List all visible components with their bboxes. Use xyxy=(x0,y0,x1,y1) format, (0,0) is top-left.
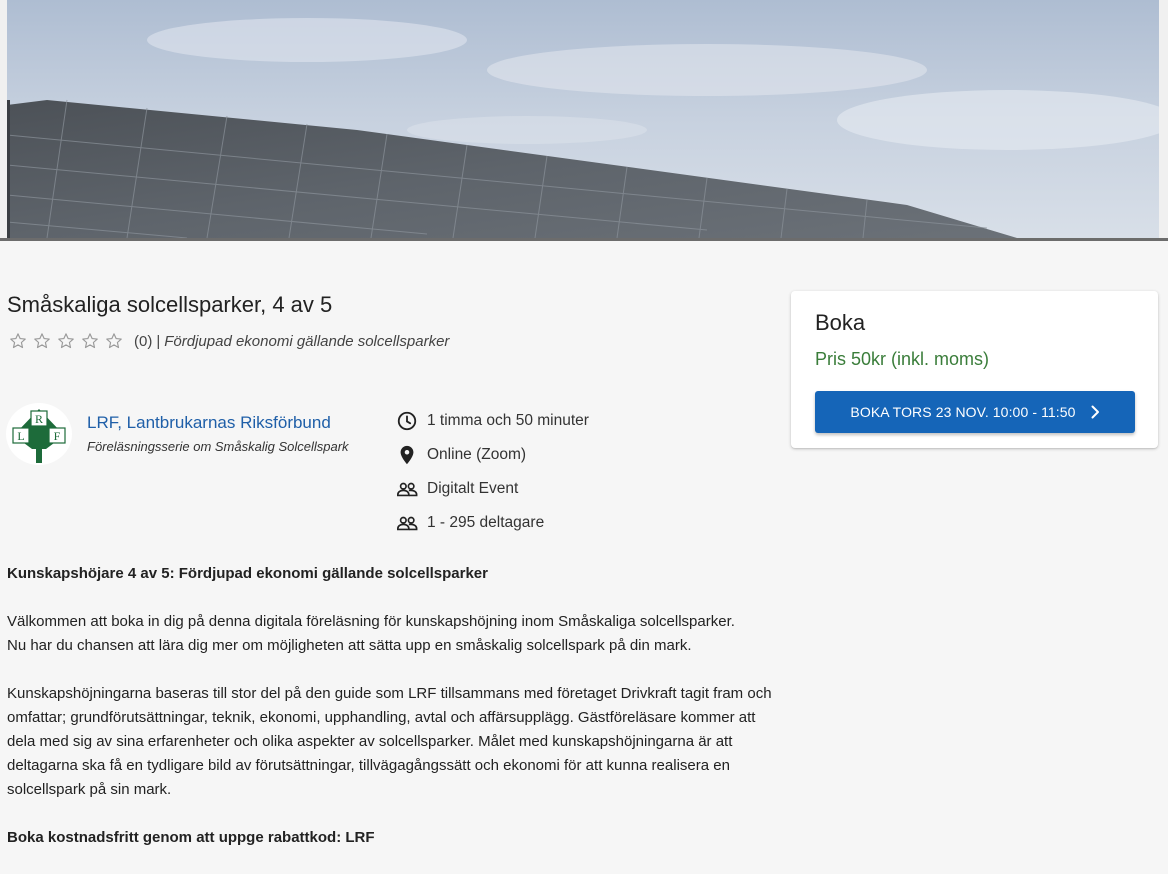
star-outline-icon[interactable] xyxy=(32,331,52,351)
star-outline-icon[interactable] xyxy=(8,331,28,351)
booking-price: Pris 50kr (inkl. moms) xyxy=(815,349,990,369)
logo-letter: R xyxy=(35,412,43,426)
clock-icon xyxy=(396,410,418,432)
hero-divider xyxy=(0,238,1168,241)
star-outline-icon[interactable] xyxy=(80,331,100,351)
logo-letter: F xyxy=(54,429,61,443)
rating-count: (0) xyxy=(134,332,153,350)
organizer-logo[interactable]: R L F xyxy=(6,403,72,465)
booking-card: Boka Pris 50kr (inkl. moms) BOKA TORS 23… xyxy=(791,291,1158,448)
detail-text: Digitalt Event xyxy=(427,480,519,497)
chevron-right-icon xyxy=(1090,405,1100,419)
event-category: Fördjupad ekonomi gällande solcellsparke… xyxy=(164,332,450,350)
description-line: Nu har du chansen att lära dig mer om mö… xyxy=(7,637,692,654)
logo-letter: L xyxy=(17,429,24,443)
description-heading: Kunskapshöjare 4 av 5: Fördjupad ekonomi… xyxy=(7,565,488,582)
organizer-name-link[interactable]: LRF, Lantbrukarnas Riksförbund xyxy=(87,413,349,433)
detail-participants: 1 - 295 deltagare xyxy=(396,506,589,540)
rating-separator: | xyxy=(156,332,161,350)
people-icon xyxy=(396,478,418,500)
event-description: Kunskapshöjare 4 av 5: Fördjupad ekonomi… xyxy=(7,562,777,874)
detail-text: Online (Zoom) xyxy=(427,446,527,463)
description-line: Välkommen att boka in dig på denna digit… xyxy=(7,613,735,630)
organizer-subtitle: Föreläsningsserie om Småskalig Solcellsp… xyxy=(87,439,349,454)
hero-edge xyxy=(1159,0,1168,238)
people-icon xyxy=(396,512,418,534)
book-button-label: BOKA TORS 23 NOV. 10:00 - 11:50 xyxy=(850,404,1076,420)
booking-title: Boka xyxy=(815,310,866,335)
description-paragraph: Välkommen att boka in dig på denna digit… xyxy=(7,610,777,658)
detail-duration: 1 timma och 50 minuter xyxy=(396,404,589,438)
detail-text: 1 - 295 deltagare xyxy=(427,514,545,531)
detail-event-type: Digitalt Event xyxy=(396,472,589,506)
rating-row: (0) | Fördjupad ekonomi gällande solcell… xyxy=(8,331,449,351)
hero-banner xyxy=(0,0,1168,241)
event-details: 1 timma och 50 minuter Online (Zoom) Dig… xyxy=(396,404,589,540)
organizer-text: LRF, Lantbrukarnas Riksförbund Föreläsni… xyxy=(87,413,349,465)
event-title: Småskaliga solcellsparker, 4 av 5 xyxy=(7,292,333,317)
location-pin-icon xyxy=(396,444,418,466)
hero-edge xyxy=(0,0,7,238)
description-paragraph: Kunskapshöjningarna baseras till stor de… xyxy=(7,685,772,798)
star-outline-icon[interactable] xyxy=(104,331,124,351)
star-rating[interactable] xyxy=(8,331,124,351)
star-outline-icon[interactable] xyxy=(56,331,76,351)
detail-text: 1 timma och 50 minuter xyxy=(427,412,589,429)
organizer: R L F LRF, Lantbrukarnas Riksförbund För… xyxy=(6,403,349,465)
discount-code-note: Boka kostnadsfritt genom att uppge rabat… xyxy=(7,829,375,846)
detail-location: Online (Zoom) xyxy=(396,438,589,472)
hero-image xyxy=(7,0,1159,238)
book-button[interactable]: BOKA TORS 23 NOV. 10:00 - 11:50 xyxy=(815,391,1135,433)
